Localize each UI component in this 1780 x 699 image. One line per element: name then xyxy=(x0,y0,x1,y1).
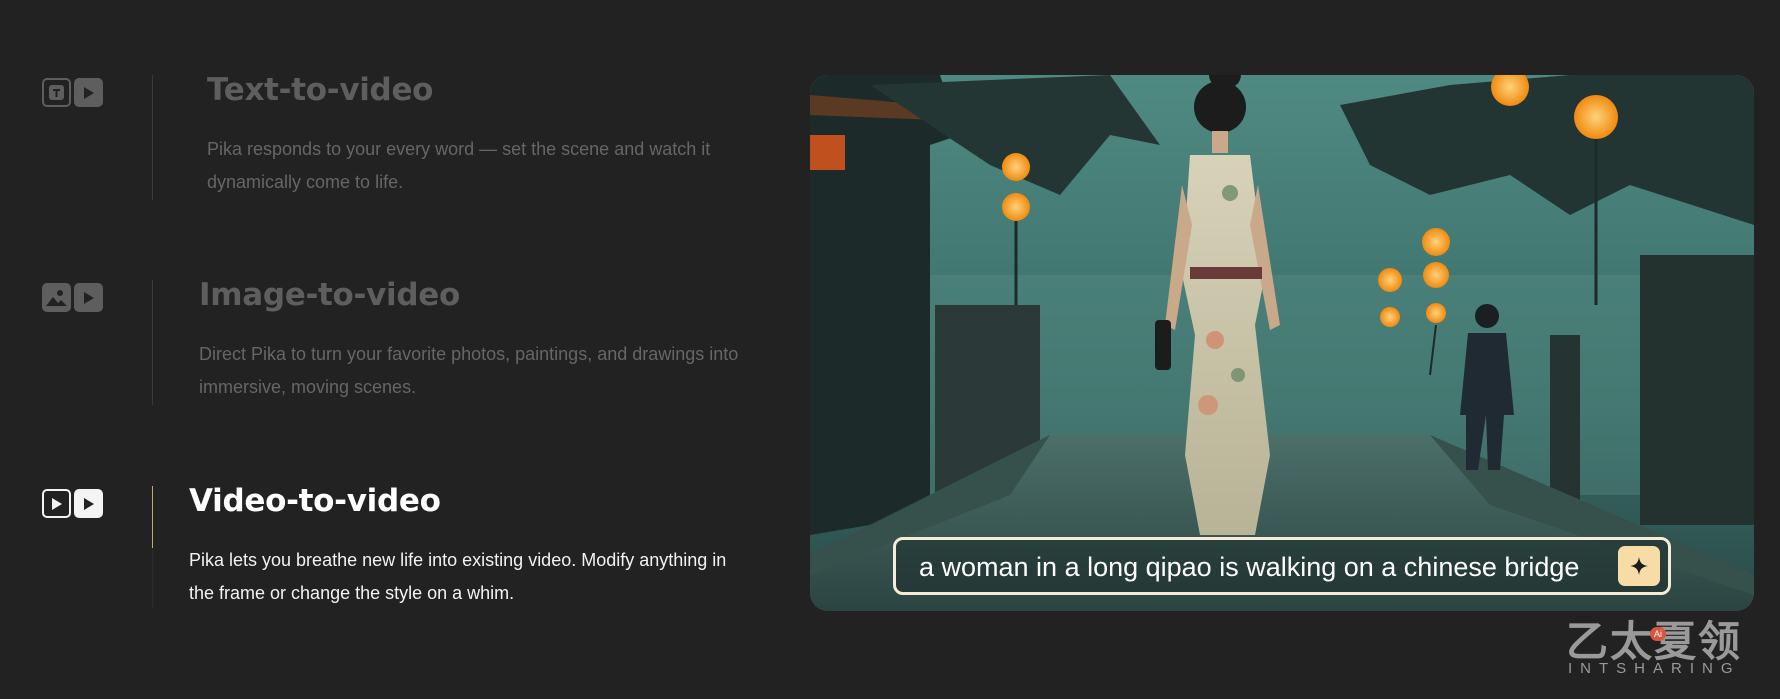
image-icon xyxy=(42,283,71,312)
video-frame-scene xyxy=(810,75,1754,611)
watermark-subtitle: INTSHARING xyxy=(1568,660,1741,677)
feature-text-to-video[interactable]: Text-to-video Pika responds to your ever… xyxy=(0,72,800,205)
watermark-badge: Ai xyxy=(1650,627,1666,641)
feature-image-to-video[interactable]: Image-to-video Direct Pika to turn your … xyxy=(0,277,800,410)
feature-title: Image-to-video xyxy=(199,277,460,313)
text-T-icon xyxy=(42,78,71,107)
image-to-video-icon-group xyxy=(42,283,103,312)
video-preview[interactable]: a woman in a long qipao is walking on a … xyxy=(810,75,1754,611)
feature-description: Direct Pika to turn your favorite photos… xyxy=(199,344,739,397)
feature-title: Video-to-video xyxy=(189,483,441,519)
video-to-video-icon-group xyxy=(42,489,103,518)
watermark: 乙太夏领 Ai INTSHARING xyxy=(1566,608,1752,688)
prompt-text: a woman in a long qipao is walking on a … xyxy=(919,552,1580,582)
feature-description: Pika responds to your every word — set t… xyxy=(207,139,711,192)
prompt-input[interactable]: a woman in a long qipao is walking on a … xyxy=(893,537,1671,595)
page: Text-to-video Pika responds to your ever… xyxy=(0,0,1780,699)
play-icon xyxy=(74,283,103,312)
play-icon xyxy=(74,489,103,518)
feature-divider xyxy=(152,75,153,200)
feature-description: Pika lets you breathe new life into exis… xyxy=(189,550,727,603)
feature-title: Text-to-video xyxy=(207,72,434,108)
feature-video-to-video[interactable]: Video-to-video Pika lets you breathe new… xyxy=(0,483,800,616)
text-to-video-icon-group xyxy=(42,78,103,107)
sparkle-icon xyxy=(1630,557,1648,575)
feature-divider xyxy=(152,280,153,405)
feature-divider xyxy=(152,548,153,608)
generate-button[interactable] xyxy=(1618,546,1660,586)
play-icon xyxy=(74,78,103,107)
video-play-icon xyxy=(42,489,71,518)
feature-divider-active xyxy=(152,486,153,548)
